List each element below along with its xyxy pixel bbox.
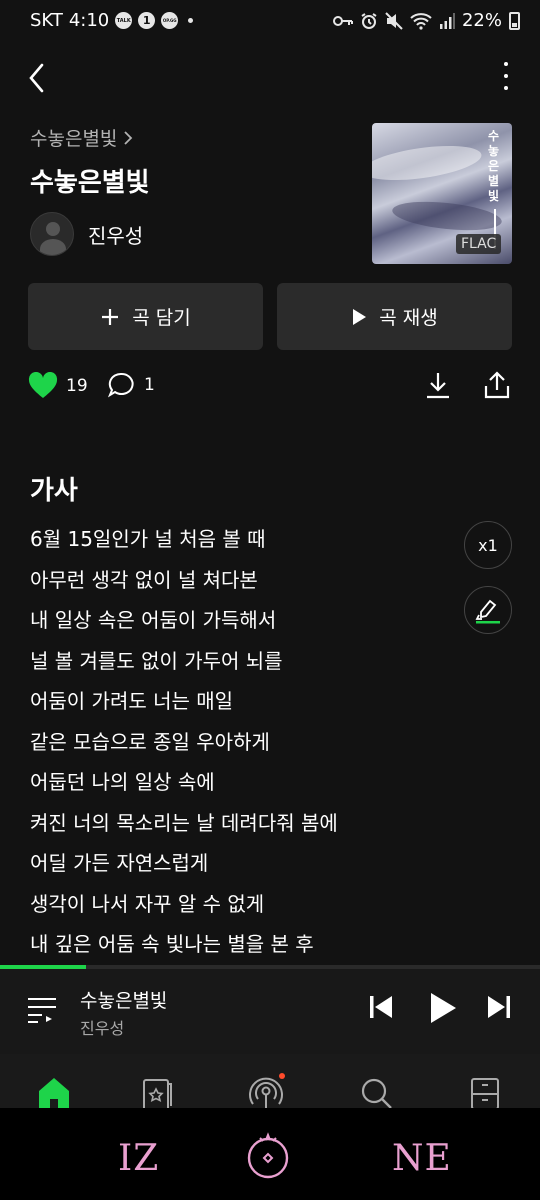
talk-badge-icon: TALK: [115, 12, 133, 29]
wifi-icon: [410, 12, 432, 30]
play-song-button[interactable]: 곡 재생: [277, 283, 512, 350]
chevron-right-icon: [124, 130, 133, 145]
lyrics-heading: 가사: [30, 476, 78, 506]
battery-percent: 22%: [461, 10, 502, 31]
battery-icon: [509, 11, 520, 30]
status-bar: SKT 4:10 TALK 1 OP.GG 22%: [0, 0, 540, 44]
lyric-line: 생각이 나서 자꾸 알 수 없게: [30, 891, 265, 916]
more-options-icon[interactable]: [498, 58, 514, 94]
album-link[interactable]: 수놓은별빛: [30, 124, 133, 151]
next-track-icon[interactable]: [486, 993, 512, 1021]
opgg-badge-icon: OP.GG: [161, 12, 179, 29]
lyric-line: 6월 15일인가 널 처음 볼 때: [30, 527, 266, 551]
cover-title-text: 수놓은별빛: [488, 129, 500, 203]
mini-player-artist: 진우성: [80, 1019, 125, 1038]
lyric-line: 널 볼 겨를도 없이 가두어 뇌를: [30, 648, 283, 673]
lyric-line: 같은 모습으로 종일 우아하게: [30, 729, 270, 754]
count-badge-text: 1: [142, 14, 151, 27]
play-icon: [353, 308, 367, 325]
speed-label: x1: [478, 535, 498, 555]
lyric-line: 아무런 생각 없이 널 쳐다본: [30, 567, 258, 592]
flac-badge: FLAC: [456, 234, 502, 254]
artist-name: 진우성: [88, 223, 144, 248]
comment-button[interactable]: 1: [108, 372, 155, 398]
mini-player-title: 수놓은별빛: [80, 990, 168, 1012]
like-count: 19: [66, 376, 88, 396]
add-song-button[interactable]: 곡 담기: [28, 283, 263, 350]
lyrics-list: 6월 15일인가 널 처음 볼 때 아무런 생각 없이 널 쳐다본 내 일상 속…: [30, 519, 450, 965]
key-icon: [332, 15, 353, 26]
play-song-label: 곡 재생: [379, 307, 438, 329]
download-icon[interactable]: [424, 370, 452, 400]
signal-icon: [439, 12, 455, 29]
playlist-icon[interactable]: [26, 995, 58, 1025]
album-cover[interactable]: 수놓은별빛 FLAC: [372, 123, 512, 264]
artist-avatar: [30, 212, 74, 256]
podcast-notification-dot: [279, 1073, 285, 1079]
song-detail-screen: 수놓은별빛 수놓은별빛 진우성 수놓은별빛 FLAC 곡 담기 곡 재생 19 …: [0, 44, 540, 1134]
lyric-line: 어둡던 나의 일상 속에: [30, 770, 215, 794]
lyric-line: 내 일상 속은 어둠이 가득해서: [30, 608, 277, 632]
highlighter-icon: [475, 599, 500, 624]
alarm-icon: [361, 12, 377, 29]
notification-dot-icon: [188, 18, 194, 23]
lyrics-highlight-button[interactable]: [464, 586, 512, 634]
nav-recents-glyph[interactable]: NE: [392, 1138, 452, 1179]
system-nav-bar: IZ NE: [0, 1108, 540, 1200]
artist-link[interactable]: 진우성: [30, 212, 143, 256]
previous-track-icon[interactable]: [368, 993, 394, 1021]
like-button[interactable]: 19: [28, 372, 88, 400]
nav-home-icon[interactable]: [244, 1132, 292, 1180]
status-right: 22%: [332, 10, 520, 31]
lyric-line: 어딜 가든 자연스럽게: [30, 851, 209, 875]
comment-count: 1: [144, 375, 155, 395]
opgg-badge-text: OP.GG: [162, 18, 177, 23]
top-bar: [0, 44, 540, 114]
plus-icon: [102, 308, 119, 325]
cover-cloud-art: [390, 197, 504, 235]
lyric-line: 내 깊은 어둠 속 빛나는 별을 본 후: [30, 932, 314, 956]
lyrics-speed-button[interactable]: x1: [464, 521, 512, 569]
comment-icon: [108, 372, 134, 398]
action-row: 19 1: [28, 370, 512, 404]
count-badge-icon: 1: [138, 12, 156, 29]
heart-icon: [28, 372, 58, 398]
status-left: SKT 4:10 TALK 1 OP.GG: [30, 10, 194, 31]
lyric-line: 켜진 너의 목소리는 날 데려다줘 봄에: [30, 810, 338, 835]
cover-cloud-art: [372, 139, 484, 187]
nav-back-glyph[interactable]: IZ: [118, 1138, 159, 1179]
song-title: 수놓은별빛: [30, 168, 150, 198]
mini-play-icon[interactable]: [428, 991, 458, 1025]
clock-label: 4:10: [68, 10, 110, 31]
mute-icon: [385, 11, 403, 30]
share-icon[interactable]: [483, 370, 511, 400]
add-song-label: 곡 담기: [132, 307, 191, 329]
back-arrow-icon[interactable]: [22, 60, 54, 96]
mini-player[interactable]: 수놓은별빛 진우성: [0, 969, 540, 1054]
lyric-line: 어둠이 가려도 너는 매일: [30, 689, 234, 713]
talk-badge-text: TALK: [116, 17, 131, 24]
album-link-label: 수놓은별빛: [30, 128, 118, 150]
carrier-label: SKT: [30, 10, 63, 31]
